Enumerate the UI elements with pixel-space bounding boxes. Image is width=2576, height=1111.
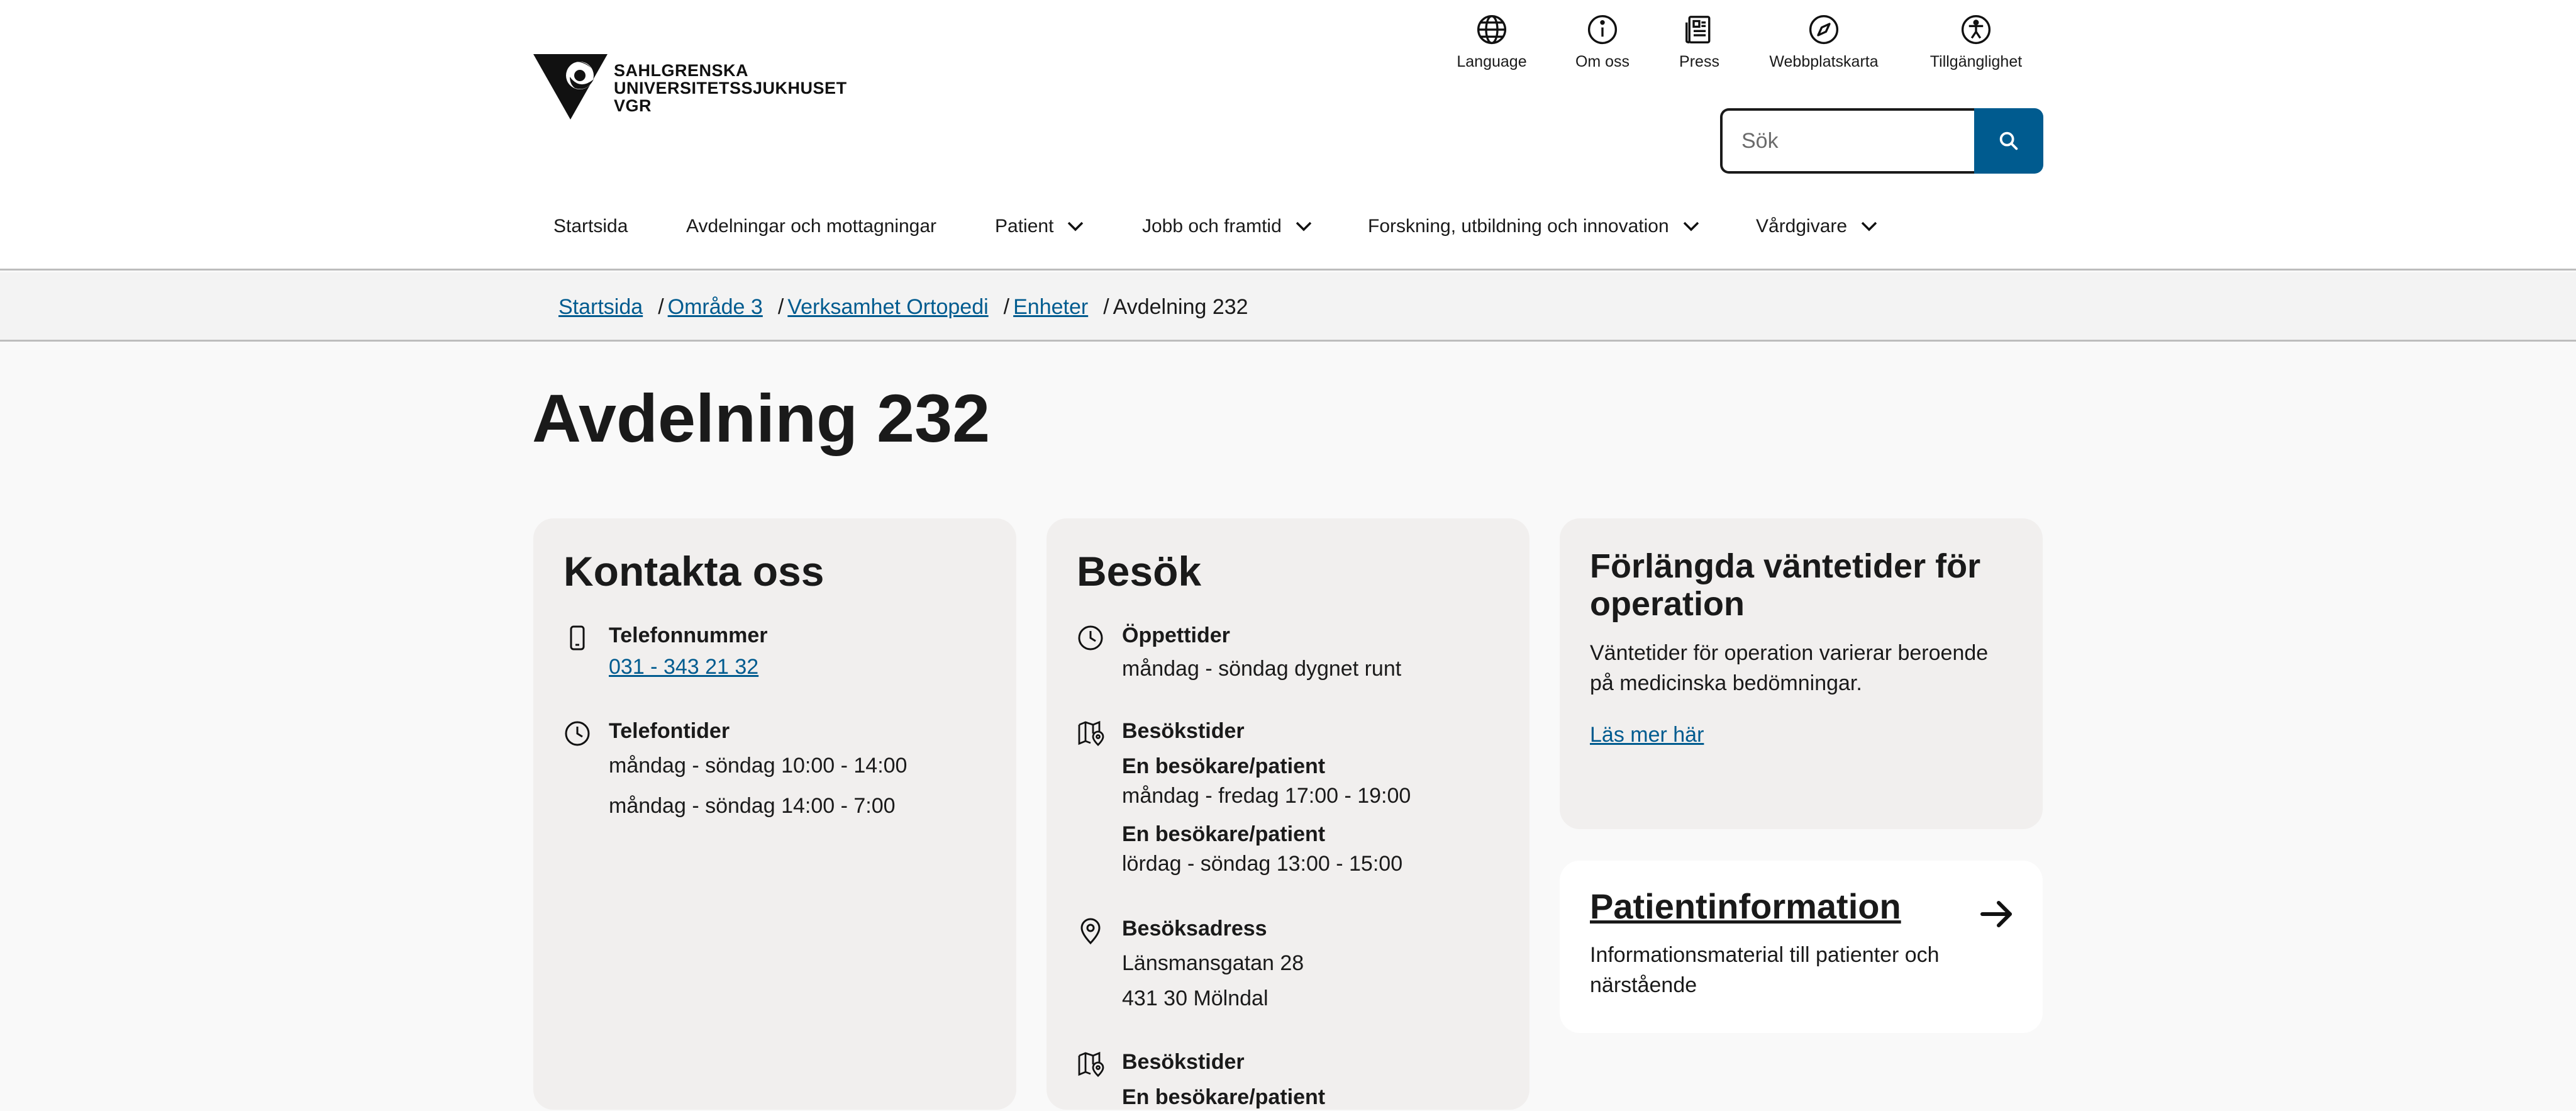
nav-forskning[interactable]: Forskning, utbildning och innovation: [1368, 208, 1702, 245]
visiting-hours-value: lördag - söndag 13:00 - 15:00: [1122, 852, 1403, 876]
breadcrumb-startsida[interactable]: Startsida: [558, 295, 643, 320]
breadcrumb-current: Avdelning 232: [1113, 294, 1248, 319]
logo-line-3: VGR: [614, 96, 652, 115]
phone-hours-label: Telefontider: [609, 719, 730, 743]
phone-number-link[interactable]: 031 - 343 21 32: [609, 649, 768, 684]
compass-icon: [1809, 14, 1839, 45]
breadcrumb-separator: /: [658, 294, 664, 319]
contact-hours-row: Telefontider måndag - söndag 10:00 - 14:…: [564, 717, 907, 822]
utility-press[interactable]: Press: [1643, 13, 1756, 71]
nav-avdelningar-label: Avdelningar och mottagningar: [686, 216, 937, 237]
info-icon: [1587, 14, 1618, 45]
visit-address-label: Besöksadress: [1122, 917, 1267, 941]
visit-card: Besök Öppettider måndag - söndag dygnet …: [1046, 518, 1530, 1110]
phone-hours-line: måndag - söndag 10:00 - 14:00: [609, 754, 908, 778]
nav-jobb-label: Jobb och framtid: [1142, 216, 1282, 237]
location-pin-icon: [1077, 917, 1104, 945]
breadcrumb-omrade-3[interactable]: Område 3: [668, 295, 763, 320]
utility-webbplatskarta-label: Webbplatskarta: [1769, 53, 1879, 70]
phone-hours-line: måndag - söndag 14:00 - 7:00: [609, 794, 896, 818]
breadcrumb: Startsida / Område 3 / Verksamhet Ortope…: [558, 272, 1248, 342]
accessibility-icon: [1961, 14, 1991, 45]
waiting-times-title: Förlängda väntetider för operation: [1590, 547, 1981, 623]
logo-wordmark: SAHLGRENSKA UNIVERSITETSSJUKHUSET VGR: [614, 62, 847, 114]
patient-info-card[interactable]: Patientinformation Informationsmaterial …: [1560, 861, 2043, 1033]
nav-avdelningar[interactable]: Avdelningar och mottagningar: [686, 208, 936, 245]
utility-press-label: Press: [1679, 53, 1719, 70]
nav-startsida[interactable]: Startsida: [553, 208, 628, 245]
logo-line-1: SAHLGRENSKA: [614, 61, 749, 80]
search-icon: [1999, 131, 2018, 150]
visit-visiting2-row: Besökstider En besökare/patient: [1077, 1048, 1325, 1111]
nav-startsida-label: Startsida: [553, 216, 628, 237]
site-logo[interactable]: SAHLGRENSKA UNIVERSITETSSJUKHUSET VGR: [533, 54, 860, 120]
visit-open-row: Öppettider måndag - söndag dygnet runt: [1077, 622, 1401, 684]
visiting-hours-label: Besökstider: [1122, 719, 1245, 743]
utility-om-oss[interactable]: Om oss: [1546, 13, 1659, 71]
contact-card: Kontakta oss Telefonnummer 031 - 343 21 …: [533, 518, 1016, 1110]
contact-phone-row: Telefonnummer 031 - 343 21 32: [564, 622, 768, 684]
visitor-rule: En besökare/patient: [1122, 822, 1326, 846]
patient-info-title[interactable]: Patientinformation: [1590, 885, 1901, 929]
map-pin-icon: [1077, 720, 1104, 747]
visiting-hours-label: Besökstider: [1122, 1050, 1245, 1074]
phone-label: Telefonnummer: [609, 623, 768, 647]
utility-om-oss-label: Om oss: [1575, 53, 1630, 70]
utility-language-label: Language: [1457, 53, 1527, 70]
phone-icon: [564, 624, 591, 652]
visitor-rule: En besökare/patient: [1122, 754, 1326, 778]
search-form: [1720, 108, 2043, 174]
logo-line-2: UNIVERSITETSSJUKHUSET: [614, 79, 847, 98]
globe-icon: [1477, 14, 1507, 45]
page-title: Avdelning 232: [532, 380, 991, 456]
breadcrumb-enheter[interactable]: Enheter: [1013, 295, 1088, 320]
chevron-down-icon: [1296, 221, 1312, 232]
visitor-rule: En besökare/patient: [1122, 1085, 1326, 1109]
newspaper-icon: [1685, 16, 1711, 43]
breadcrumb-verksamhet-ortopedi[interactable]: Verksamhet Ortopedi: [787, 295, 988, 320]
visit-visiting-row: Besökstider En besökare/patient måndag -…: [1077, 717, 1411, 879]
patient-info-text: Informationsmaterial till patienter och …: [1590, 943, 1940, 997]
utility-tillganglighet[interactable]: Tillgänglighet: [1919, 13, 2033, 71]
utility-language[interactable]: Language: [1435, 13, 1548, 71]
arrow-right-icon: [1980, 901, 2012, 927]
opening-hours-value: måndag - söndag dygnet runt: [1122, 657, 1402, 681]
visit-address-line: Länsmansgatan 28: [1122, 951, 1304, 975]
utility-webbplatskarta[interactable]: Webbplatskarta: [1767, 13, 1880, 71]
visit-address-row: Besöksadress Länsmansgatan 28 431 30 Möl…: [1077, 915, 1304, 1014]
site-header: SAHLGRENSKA UNIVERSITETSSJUKHUSET VGR La…: [0, 0, 2576, 271]
breadcrumb-separator: /: [777, 294, 784, 319]
visiting-hours-value: måndag - fredag 17:00 - 19:00: [1122, 784, 1411, 808]
nav-vardgivare-label: Vårdgivare: [1756, 216, 1848, 237]
contact-title: Kontakta oss: [564, 548, 824, 595]
opening-hours-label: Öppettider: [1122, 623, 1230, 647]
logo-mark-icon: [533, 54, 608, 120]
nav-patient-label: Patient: [995, 216, 1054, 237]
visit-title: Besök: [1077, 548, 1202, 595]
map-pin-icon: [1077, 1051, 1104, 1078]
chevron-down-icon: [1068, 221, 1084, 232]
chevron-down-icon: [1861, 221, 1877, 232]
breadcrumb-bar: Startsida / Område 3 / Verksamhet Ortope…: [0, 272, 2576, 342]
nav-jobb[interactable]: Jobb och framtid: [1142, 208, 1314, 245]
nav-vardgivare[interactable]: Vårdgivare: [1756, 208, 1880, 245]
breadcrumb-separator: /: [1103, 294, 1109, 319]
clock-icon: [564, 720, 591, 747]
nav-patient[interactable]: Patient: [995, 208, 1086, 245]
waiting-times-card: Förlängda väntetider för operation Vänte…: [1560, 518, 2043, 829]
read-more-link[interactable]: Läs mer här: [1590, 717, 1704, 752]
breadcrumb-separator: /: [1003, 294, 1010, 319]
nav-forskning-label: Forskning, utbildning och innovation: [1368, 216, 1669, 237]
search-input[interactable]: [1720, 108, 1974, 174]
visit-address-line: 431 30 Mölndal: [1122, 986, 1269, 1010]
utility-tillganglighet-label: Tillgänglighet: [1929, 53, 2023, 70]
search-button[interactable]: [1974, 108, 2043, 174]
clock-icon: [1077, 624, 1104, 652]
waiting-times-text: Väntetider för operation varierar beroen…: [1590, 641, 1989, 695]
chevron-down-icon: [1683, 221, 1699, 232]
